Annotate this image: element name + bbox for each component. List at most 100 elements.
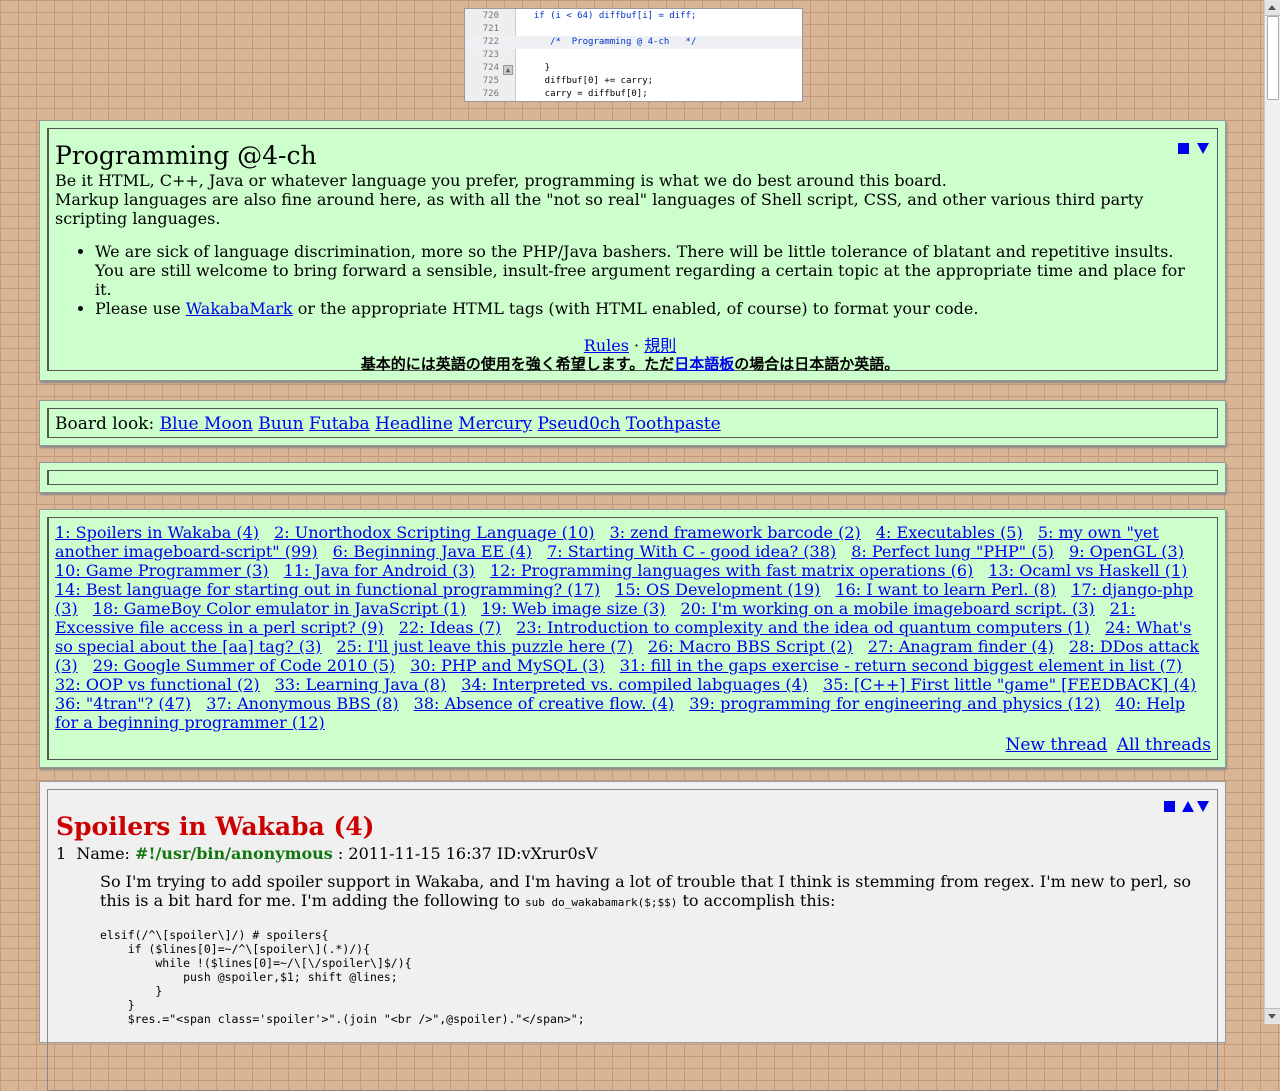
thread-link[interactable]: 3: zend framework barcode (2) <box>610 523 861 542</box>
thread-link[interactable]: 39: programming for engineering and phys… <box>689 694 1100 713</box>
post-body: So I'm trying to add spoiler support in … <box>100 872 1209 1026</box>
header-code-banner: 720 if (i < 64) diffbuf[i] = diff; 721 722… <box>464 8 803 102</box>
line-number: 724 <box>482 63 499 73</box>
thread-link[interactable]: 20: I'm working on a mobile imageboard s… <box>681 599 1095 618</box>
code-line: 724 } ▲ <box>465 62 802 75</box>
thread-link[interactable]: 26: Macro BBS Script (2) <box>648 637 853 656</box>
thread-link[interactable]: 31: fill in the gaps exercise - return s… <box>620 656 1182 675</box>
code-text: carry = diffbuf[0]; <box>523 89 648 99</box>
thread-actions: New thread All threads <box>1001 736 1211 755</box>
thread-link[interactable]: 15: OS Development (19) <box>615 580 820 599</box>
thread-title: Spoilers in Wakaba (4) <box>56 812 375 841</box>
code-line: 722 /* Programming @ 4-ch */ <box>465 36 802 49</box>
post-header: 1 Name: #!/usr/bin/anonymous : 2011-11-1… <box>56 844 1209 864</box>
scroll-down-arrow-icon[interactable] <box>1265 1008 1280 1024</box>
down-arrow-icon[interactable] <box>1197 801 1209 812</box>
thread-nav-icons <box>1164 796 1209 815</box>
code-line: 721 <box>465 23 802 36</box>
thread-link[interactable]: 22: Ideas (7) <box>399 618 501 637</box>
thread-link[interactable]: 34: Interpreted vs. compiled labguages (… <box>461 675 808 694</box>
thread-link[interactable]: 8: Perfect lung "PHP" (5) <box>851 542 1054 561</box>
empty-box <box>39 462 1226 493</box>
thread-link[interactable]: 9: OpenGL (3) <box>1069 542 1184 561</box>
rules-links: Rules · 規則 <box>583 336 677 355</box>
thread-link[interactable]: 14: Best language for starting out in fu… <box>55 580 600 599</box>
line-number: 725 <box>482 76 499 86</box>
square-icon[interactable] <box>1164 801 1175 812</box>
thread-link[interactable]: 35: [C++] First little "game" [FEEDBACK]… <box>823 675 1196 694</box>
scroll-up-arrow-icon[interactable] <box>1265 0 1280 16</box>
post-meta: : 2011-11-15 16:37 ID:vXrur0sV <box>337 844 598 863</box>
scrollbar[interactable] <box>1264 0 1280 1024</box>
thread-link[interactable]: 13: Ocaml vs Haskell (1) <box>988 561 1187 580</box>
board-description: Be it HTML, C++, Java or whatever langua… <box>55 171 1205 228</box>
code-line: 720 if (i < 64) diffbuf[i] = diff; <box>465 10 802 23</box>
code-line: 723 <box>465 49 802 62</box>
wakabamark-link[interactable]: WakabaMark <box>186 299 293 318</box>
new-thread-link[interactable]: New thread <box>1005 735 1107 755</box>
thread-link[interactable]: 10: Game Programmer (3) <box>55 561 269 580</box>
inline-code: sub do_wakabamark($;$$) <box>525 896 678 909</box>
thread-link[interactable]: 12: Programming languages with fast matr… <box>490 561 973 580</box>
code-line: 726 carry = diffbuf[0]; <box>465 88 802 101</box>
style-link[interactable]: Futaba <box>309 414 370 434</box>
thread-link[interactable]: 29: Google Summer of Code 2010 (5) <box>93 656 395 675</box>
line-number: 726 <box>482 89 499 99</box>
thread-link[interactable]: 36: "4tran"? (47) <box>55 694 191 713</box>
thread-link[interactable]: 25: I'll just leave this puzzle here (7) <box>336 637 632 656</box>
line-number: 723 <box>482 50 499 60</box>
thread-link[interactable]: 30: PHP and MySQL (3) <box>410 656 604 675</box>
all-threads-link[interactable]: All threads <box>1117 735 1211 755</box>
thread-list-box: 1: Spoilers in Wakaba (4) 2: Unorthodox … <box>39 509 1226 768</box>
thread-link[interactable]: 27: Anagram finder (4) <box>868 637 1054 656</box>
thread-link[interactable]: 19: Web image size (3) <box>481 599 665 618</box>
style-link[interactable]: Toothpaste <box>626 414 721 434</box>
rule-item: We are sick of language discrimination, … <box>95 242 1205 299</box>
thread-link[interactable]: 2: Unorthodox Scripting Language (10) <box>274 523 594 542</box>
square-icon[interactable] <box>1178 143 1189 154</box>
thread-link[interactable]: 1: Spoilers in Wakaba (4) <box>55 523 259 542</box>
style-link[interactable]: Mercury <box>458 414 532 434</box>
thread-link[interactable]: 37: Anonymous BBS (8) <box>206 694 398 713</box>
board-look-box: Board look: Blue Moon Buun Futaba Headli… <box>39 400 1226 446</box>
scroll-thumb[interactable] <box>1267 16 1279 100</box>
board-look-label: Board look: <box>55 414 155 434</box>
style-link[interactable]: Pseud0ch <box>538 414 621 434</box>
japanese-board-link[interactable]: 日本語板 <box>674 355 734 373</box>
thread-post-box: Spoilers in Wakaba (4) 1 Name: #!/usr/bi… <box>39 781 1226 1091</box>
description-line-1: Be it HTML, C++, Java or whatever langua… <box>55 171 947 190</box>
rules-link[interactable]: Rules <box>584 336 629 355</box>
thread-link[interactable]: 7: Starting With C - good idea? (38) <box>547 542 836 561</box>
thread-link[interactable]: 16: I want to learn Perl. (8) <box>835 580 1056 599</box>
down-arrow-icon[interactable] <box>1197 143 1209 154</box>
line-number: 722 <box>482 37 499 47</box>
code-text: } <box>523 63 551 73</box>
code-line: 725 diffbuf[0] += carry; <box>465 75 802 88</box>
thread-link[interactable]: 38: Absence of creative flow. (4) <box>414 694 674 713</box>
style-link[interactable]: Blue Moon <box>160 414 253 434</box>
style-link[interactable]: Headline <box>375 414 453 434</box>
thread-link[interactable]: 11: Java for Android (3) <box>284 561 475 580</box>
description-line-2: Markup languages are also fine around he… <box>55 190 1144 228</box>
board-title: Programming @4-ch <box>55 141 317 170</box>
thread-link[interactable]: 6: Beginning Java EE (4) <box>333 542 532 561</box>
name-label: Name: <box>76 844 130 863</box>
thread-link[interactable]: 23: Introduction to complexity and the i… <box>516 618 1090 637</box>
post-number[interactable]: 1 <box>56 844 66 863</box>
rule-item: Please use WakabaMark or the appropriate… <box>95 299 1205 318</box>
line-number: 721 <box>482 24 499 34</box>
thread-link[interactable]: 18: GameBoy Color emulator in JavaScript… <box>93 599 466 618</box>
up-arrow-icon[interactable] <box>1182 801 1194 812</box>
board-nav-icons <box>1178 141 1209 156</box>
code-text: if (i < 64) diffbuf[i] = diff; <box>523 11 697 21</box>
thread-link[interactable]: 32: OOP vs functional (2) <box>55 675 260 694</box>
fold-icon[interactable]: ▲ <box>503 65 513 75</box>
thread-links: 1: Spoilers in Wakaba (4) 2: Unorthodox … <box>55 523 1211 732</box>
line-number: 720 <box>482 11 499 21</box>
rules-jp-link[interactable]: 規則 <box>644 336 676 355</box>
poster-name: #!/usr/bin/anonymous <box>135 844 333 863</box>
thread-link[interactable]: 4: Executables (5) <box>876 523 1023 542</box>
style-link[interactable]: Buun <box>258 414 303 434</box>
code-block: elsif(/^\[spoiler\]/) # spoilers{ if ($l… <box>100 928 585 1026</box>
thread-link[interactable]: 33: Learning Java (8) <box>275 675 446 694</box>
